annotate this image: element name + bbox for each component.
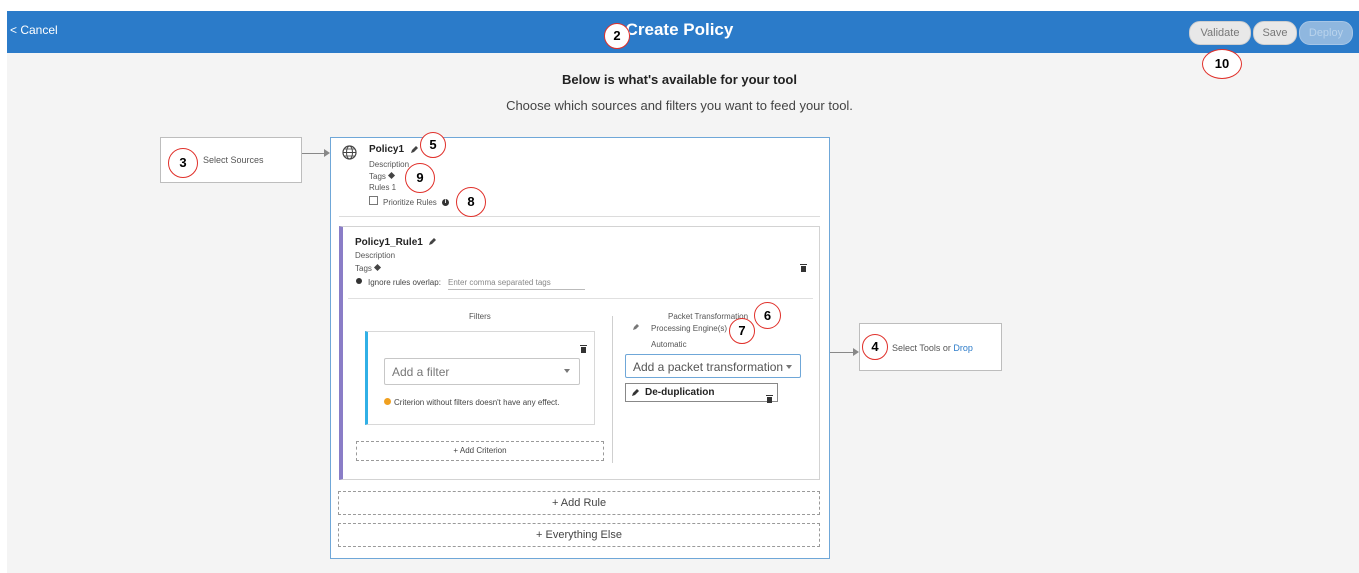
annotation-marker-3: 3 xyxy=(168,148,198,178)
processing-engines-label: Processing Engine(s) xyxy=(651,324,728,333)
tag-icon[interactable] xyxy=(373,263,381,272)
policy-rules-count: Rules 1 xyxy=(369,183,397,192)
info-icon[interactable] xyxy=(356,278,362,284)
annotation-marker-9: 9 xyxy=(405,163,435,193)
prioritize-rules-checkbox[interactable] xyxy=(369,196,378,205)
add-filter-placeholder: Add a filter xyxy=(392,365,450,379)
annotation-marker-7: 7 xyxy=(729,318,755,344)
delete-transformation-icon[interactable] xyxy=(766,390,773,408)
edit-rule-icon[interactable] xyxy=(428,237,437,246)
policy-name: Policy1 xyxy=(369,144,405,155)
policy-divider xyxy=(339,216,820,217)
criterion-warning: Criterion without filters doesn't have a… xyxy=(394,398,560,407)
annotation-marker-6: 6 xyxy=(754,302,781,329)
add-criterion-button[interactable]: + Add Criterion xyxy=(356,441,604,461)
globe-icon xyxy=(342,145,357,160)
validate-button[interactable]: Validate xyxy=(1189,21,1251,45)
delete-criterion-icon[interactable] xyxy=(580,340,587,358)
intro-subheading: Choose which sources and filters you wan… xyxy=(506,98,853,113)
policy-tags: Tags xyxy=(369,171,395,181)
drop-link[interactable]: Drop xyxy=(953,343,973,353)
chevron-down-icon xyxy=(564,369,570,373)
column-divider xyxy=(612,316,613,463)
info-icon[interactable]: i xyxy=(442,199,449,206)
rule-description[interactable]: Description xyxy=(355,251,395,260)
add-filter-select[interactable]: Add a filter xyxy=(384,358,580,385)
annotation-marker-10: 10 xyxy=(1202,49,1242,79)
select-tools-label: Select Tools or Drop xyxy=(892,343,973,353)
select-tools-text: Select Tools or xyxy=(892,343,954,353)
processing-mode: Automatic xyxy=(651,340,687,349)
policy-description[interactable]: Description xyxy=(369,160,409,169)
annotation-marker-4: 4 xyxy=(862,334,888,360)
rule-divider xyxy=(348,298,813,299)
ignore-overlap-label: Ignore rules overlap: xyxy=(368,278,441,287)
tools-arrowhead xyxy=(853,348,859,356)
annotation-marker-5: 5 xyxy=(420,132,446,158)
ignore-overlap-input[interactable]: Enter comma separated tags xyxy=(448,278,585,290)
sources-connector xyxy=(302,153,324,154)
annotation-marker-2: 2 xyxy=(604,23,630,49)
filters-title: Filters xyxy=(469,312,491,321)
tag-icon[interactable] xyxy=(387,171,395,180)
edit-engine-icon[interactable] xyxy=(632,323,640,331)
prioritize-rules-label: Prioritize Rules xyxy=(383,198,437,207)
edit-policy-icon[interactable] xyxy=(410,145,419,154)
deduplication-item[interactable]: De-duplication xyxy=(625,383,778,403)
edit-transformation-icon[interactable] xyxy=(631,388,640,397)
warning-icon xyxy=(384,398,391,405)
deduplication-label: De-duplication xyxy=(645,387,715,398)
add-transformation-placeholder: Add a packet transformation xyxy=(633,360,784,374)
policy-tags-label: Tags xyxy=(369,172,386,181)
rule-tags-label: Tags xyxy=(355,264,372,273)
deploy-button[interactable]: Deploy xyxy=(1299,21,1353,45)
add-rule-button[interactable]: + Add Rule xyxy=(338,491,820,515)
chevron-down-icon xyxy=(786,365,792,369)
save-button[interactable]: Save xyxy=(1253,21,1297,45)
intro-heading: Below is what's available for your tool xyxy=(562,72,797,87)
delete-rule-icon[interactable] xyxy=(800,259,807,277)
everything-else-button[interactable]: + Everything Else xyxy=(338,523,820,547)
rule-tags: Tags xyxy=(355,263,381,273)
select-sources-label: Select Sources xyxy=(203,155,264,165)
annotation-marker-8: 8 xyxy=(456,187,486,217)
page-title: Create Policy xyxy=(625,20,734,39)
rule-name: Policy1_Rule1 xyxy=(355,237,423,248)
add-transformation-select[interactable]: Add a packet transformation xyxy=(625,354,801,378)
